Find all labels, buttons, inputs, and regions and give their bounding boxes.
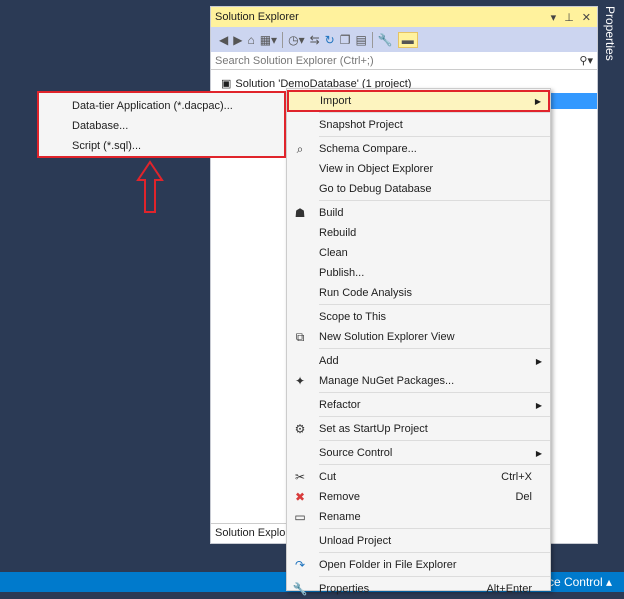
nuget-icon: ✦ bbox=[294, 374, 306, 388]
search-placeholder: Search Solution Explorer (Ctrl+;) bbox=[215, 54, 374, 67]
submenu-item-dacpac[interactable]: Data-tier Application (*.dacpac)... bbox=[39, 96, 284, 116]
toolbar: ◀ ▶ ⌂ ▦▾ ◷▾ ⇆ ↻ ❐ ▤ 🔧 ▬ bbox=[211, 27, 597, 52]
menu-item-label: Build bbox=[319, 207, 344, 219]
menu-item-shortcut: Alt+Enter bbox=[486, 583, 532, 595]
menu-item-label: Snapshot Project bbox=[319, 119, 403, 131]
menu-item-label: View in Object Explorer bbox=[319, 163, 434, 175]
menu-item-rebuild[interactable]: Rebuild bbox=[287, 223, 550, 243]
menu-item-shortcut: Ctrl+X bbox=[501, 471, 532, 483]
refresh-icon[interactable]: ↻ bbox=[325, 33, 335, 47]
back-icon[interactable]: ◀ bbox=[219, 33, 228, 47]
menu-item-label: Rename bbox=[319, 511, 361, 523]
close-icon[interactable]: ✕ bbox=[582, 11, 591, 24]
import-submenu: Data-tier Application (*.dacpac)... Data… bbox=[37, 91, 286, 158]
panel-title-bar: Solution Explorer ▾ ⊥ ✕ bbox=[211, 7, 597, 27]
search-icon[interactable]: ⚲▾ bbox=[579, 54, 593, 67]
up-arrow-annotation bbox=[136, 160, 164, 213]
menu-item-shortcut: Del bbox=[515, 491, 532, 503]
schema-compare-icon: ⌕ bbox=[296, 141, 304, 156]
menu-item-run-code-analysis[interactable]: Run Code Analysis bbox=[287, 283, 550, 303]
submenu-arrow-icon: ▶ bbox=[534, 96, 541, 106]
submenu-arrow-icon: ▶ bbox=[535, 356, 542, 366]
properties-side-tab[interactable]: Properties bbox=[599, 0, 624, 572]
collapse-all-icon[interactable]: ❐ bbox=[340, 33, 351, 47]
menu-item-refactor[interactable]: Refactor ▶ bbox=[287, 395, 550, 415]
menu-item-label: Add bbox=[319, 355, 339, 367]
dropdown-icon[interactable]: ▾ bbox=[551, 11, 557, 24]
tab-solution-explorer[interactable]: Solution Explo bbox=[211, 523, 291, 543]
open-folder-icon: ↷ bbox=[294, 558, 306, 572]
menu-item-label: Remove bbox=[319, 491, 360, 503]
submenu-arrow-icon: ▶ bbox=[535, 448, 542, 458]
menu-item-schema-compare[interactable]: ⌕ Schema Compare... bbox=[287, 139, 550, 159]
build-icon: ☗ bbox=[294, 206, 306, 220]
menu-item-label: Manage NuGet Packages... bbox=[319, 375, 455, 387]
search-input[interactable]: Search Solution Explorer (Ctrl+;) ⚲▾ bbox=[211, 52, 597, 70]
submenu-item-script[interactable]: Script (*.sql)... bbox=[39, 136, 284, 156]
properties-icon[interactable]: 🔧 bbox=[378, 33, 393, 47]
menu-item-properties[interactable]: 🔧 Properties Alt+Enter bbox=[287, 579, 550, 599]
home-icon[interactable]: ⌂ bbox=[247, 33, 254, 47]
menu-item-go-to-debug-database[interactable]: Go to Debug Database bbox=[287, 179, 550, 199]
menu-item-scope-to-this[interactable]: Scope to This bbox=[287, 307, 550, 327]
menu-item-label: Publish... bbox=[319, 267, 365, 279]
show-all-files-icon[interactable]: ▤ bbox=[355, 33, 366, 47]
submenu-arrow-icon: ▶ bbox=[535, 400, 542, 410]
remove-icon: ✖ bbox=[294, 490, 306, 504]
menu-item-set-as-startup-project[interactable]: ⚙ Set as StartUp Project bbox=[287, 419, 550, 439]
menu-item-open-folder-in-file-explorer[interactable]: ↷ Open Folder in File Explorer bbox=[287, 555, 550, 575]
menu-item-label: Source Control bbox=[319, 447, 393, 459]
new-view-icon: ⧉ bbox=[295, 329, 305, 344]
menu-item-label: Clean bbox=[319, 247, 348, 259]
properties-label: Properties bbox=[603, 6, 617, 61]
menu-item-add[interactable]: Add ▶ bbox=[287, 351, 550, 371]
gear-icon: ⚙ bbox=[294, 422, 306, 436]
pin-icon[interactable]: ⊥ bbox=[564, 11, 574, 24]
menu-item-label: Rebuild bbox=[319, 227, 357, 239]
menu-item-source-control[interactable]: Source Control ▶ bbox=[287, 443, 550, 463]
menu-item-label: Cut bbox=[319, 471, 337, 483]
menu-item-build[interactable]: ☗ Build bbox=[287, 203, 550, 223]
menu-item-manage-nuget-packages[interactable]: ✦ Manage NuGet Packages... bbox=[287, 371, 550, 391]
panel-title: Solution Explorer bbox=[215, 11, 299, 23]
menu-item-label: Properties bbox=[319, 583, 370, 595]
switch-views-icon[interactable]: ▦▾ bbox=[260, 33, 277, 47]
menu-item-label: Unload Project bbox=[319, 535, 392, 547]
menu-item-view-in-object-explorer[interactable]: View in Object Explorer bbox=[287, 159, 550, 179]
preview-icon[interactable]: ▬ bbox=[397, 31, 418, 48]
menu-item-new-solution-explorer-view[interactable]: ⧉ New Solution Explorer View bbox=[287, 327, 550, 347]
menu-item-unload-project[interactable]: Unload Project bbox=[287, 531, 550, 551]
forward-icon[interactable]: ▶ bbox=[233, 33, 242, 47]
menu-item-label: Open Folder in File Explorer bbox=[319, 559, 457, 571]
menu-item-remove[interactable]: ✖ Remove Del bbox=[287, 487, 550, 507]
menu-item-label: Refactor bbox=[319, 399, 361, 411]
wrench-icon: 🔧 bbox=[292, 582, 308, 596]
rename-icon: ▭ bbox=[294, 510, 306, 524]
menu-item-label: Import bbox=[320, 95, 352, 107]
menu-item-label: Schema Compare... bbox=[319, 143, 417, 155]
menu-item-rename[interactable]: ▭ Rename bbox=[287, 507, 550, 527]
menu-item-cut[interactable]: ✂ Cut Ctrl+X bbox=[287, 467, 550, 487]
submenu-item-database[interactable]: Database... bbox=[39, 116, 284, 136]
sync-icon[interactable]: ⇆ bbox=[310, 33, 320, 47]
menu-item-label: Scope to This bbox=[319, 311, 387, 323]
menu-item-clean[interactable]: Clean bbox=[287, 243, 550, 263]
menu-item-label: Run Code Analysis bbox=[319, 287, 412, 299]
solution-icon: ▣ bbox=[221, 78, 232, 90]
menu-item-publish[interactable]: Publish... bbox=[287, 263, 550, 283]
source-control-status[interactable]: ce Control ▴ bbox=[548, 575, 612, 589]
menu-item-label: Go to Debug Database bbox=[319, 183, 432, 195]
menu-item-label: Set as StartUp Project bbox=[319, 423, 428, 435]
menu-item-label: New Solution Explorer View bbox=[319, 331, 455, 343]
scissors-icon: ✂ bbox=[294, 470, 306, 484]
pending-changes-icon[interactable]: ◷▾ bbox=[288, 33, 305, 47]
context-menu: Import ▶ Snapshot Project ⌕ Schema Compare..… bbox=[286, 88, 551, 596]
menu-item-snapshot-project[interactable]: Snapshot Project bbox=[287, 115, 550, 135]
menu-item-import[interactable]: Import ▶ bbox=[287, 90, 550, 112]
